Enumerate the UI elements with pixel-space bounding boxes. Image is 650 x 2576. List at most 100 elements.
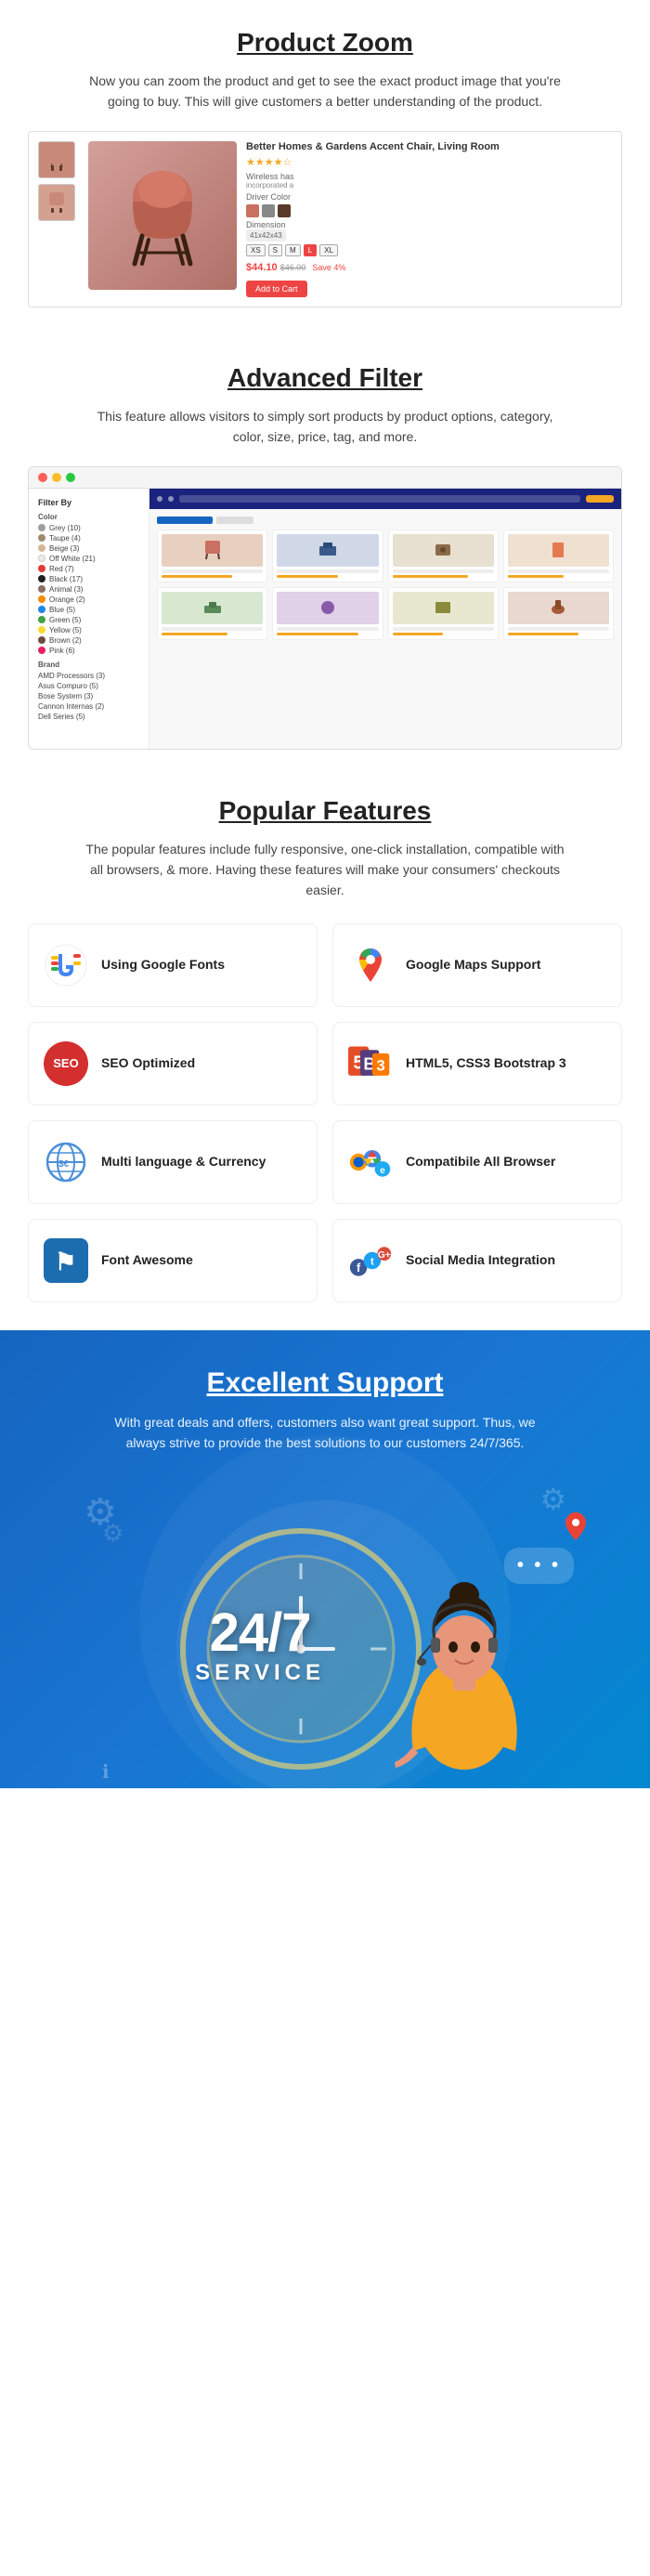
zoom-thumb-1[interactable] xyxy=(38,141,75,178)
filter-item-animal[interactable]: Animal (3) xyxy=(38,585,139,594)
gear-icon-small: ⚙ xyxy=(102,1519,124,1548)
filter-brand-dell[interactable]: Dell Series (5) xyxy=(38,713,139,721)
color-dot-green xyxy=(38,616,46,623)
add-to-cart-button[interactable]: Add to Cart xyxy=(246,281,307,297)
filter-item-orange[interactable]: Orange (2) xyxy=(38,595,139,604)
product-name-bar-7 xyxy=(393,627,494,631)
swatch-red[interactable] xyxy=(246,204,259,217)
filter-item-beige[interactable]: Beige (3) xyxy=(38,544,139,553)
filter-item-pink[interactable]: Pink (6) xyxy=(38,647,139,655)
color-dot-beige xyxy=(38,544,46,552)
size-xl[interactable]: XL xyxy=(319,244,338,256)
dot-red xyxy=(38,473,47,482)
speech-bubble-text: • • • xyxy=(517,1555,561,1576)
zoom-main-image xyxy=(88,141,237,290)
size-xs[interactable]: XS xyxy=(246,244,266,256)
filter-item-green[interactable]: Green (5) xyxy=(38,616,139,624)
color-dot-brown xyxy=(38,636,46,644)
compat-icon: e xyxy=(348,1140,393,1184)
filter-mockup: Filter By Color Grey (10) Taupe (4) Beig… xyxy=(28,466,622,750)
zoom-mockup: Better Homes & Gardens Accent Chair, Liv… xyxy=(28,131,622,307)
filter-product-7 xyxy=(388,587,499,640)
filter-brand-amd[interactable]: AMD Processors (3) xyxy=(38,672,139,680)
color-dot-animal xyxy=(38,585,46,593)
fontawesome-badge: ⚑ xyxy=(44,1238,88,1283)
product-price-bar-8 xyxy=(508,633,578,635)
feature-multilang: $€ Multi language & Currency xyxy=(28,1120,318,1204)
fontawesome-label: Font Awesome xyxy=(101,1251,193,1270)
filter-product-5 xyxy=(157,587,267,640)
zoom-thumbnails xyxy=(38,141,79,297)
filter-item-blue[interactable]: Blue (5) xyxy=(38,606,139,614)
filter-brand-label: Brand xyxy=(38,660,139,669)
filter-item-grey[interactable]: Grey (10) xyxy=(38,524,139,532)
feature-social: f t G+ Social Media Integration xyxy=(332,1219,622,1302)
support-illustration: 24/7 SERVICE ⚙ ⚙ ⚙ xyxy=(28,1472,622,1788)
product-name-bar-2 xyxy=(277,569,378,573)
filter-products-area xyxy=(150,509,621,749)
filter-active-tag xyxy=(157,517,213,524)
support-title: Excellent Support xyxy=(28,1367,622,1399)
size-l[interactable]: L xyxy=(304,244,317,256)
product-img-6 xyxy=(277,592,378,624)
popular-features-desc: The popular features include fully respo… xyxy=(84,839,566,901)
feature-google-maps: Google Maps Support xyxy=(332,923,622,1007)
service-247-container: 24/7 SERVICE xyxy=(195,1606,325,1686)
filter-color-label: Color xyxy=(38,513,139,521)
filter-item-yellow[interactable]: Yellow (5) xyxy=(38,626,139,634)
filter-item-brown[interactable]: Brown (2) xyxy=(38,636,139,645)
multilang-icon: $€ xyxy=(44,1140,88,1184)
svg-text:G+: G+ xyxy=(378,1250,391,1261)
size-m[interactable]: M xyxy=(285,244,301,256)
color-dot-pink xyxy=(38,647,46,654)
product-name-bar-6 xyxy=(277,627,378,631)
filter-item-taupe[interactable]: Taupe (4) xyxy=(38,534,139,543)
advanced-filter-section: Advanced Filter This feature allows visi… xyxy=(0,335,650,768)
filter-product-6 xyxy=(272,587,383,640)
filter-item-red[interactable]: Red (7) xyxy=(38,565,139,573)
product-zoom-title: Product Zoom xyxy=(28,28,622,58)
size-s[interactable]: S xyxy=(268,244,282,256)
product-price-bar xyxy=(162,575,232,578)
zoom-stars: ★★★★☆ xyxy=(246,156,612,168)
filter-product-8 xyxy=(503,587,614,640)
zoom-dimension-label: Dimension xyxy=(246,220,612,229)
swatch-grey[interactable] xyxy=(262,204,275,217)
filter-brand-bose[interactable]: Bose System (3) xyxy=(38,692,139,700)
svg-text:$€: $€ xyxy=(58,1159,70,1170)
fontawesome-icon-container: ⚑ xyxy=(44,1238,88,1283)
zoom-thumb-2[interactable] xyxy=(38,184,75,221)
product-img-2 xyxy=(277,534,378,567)
filter-item-offwhite[interactable]: Off White (21) xyxy=(38,555,139,563)
multilang-label: Multi language & Currency xyxy=(101,1153,266,1171)
product-zoom-section: Product Zoom Now you can zoom the produc… xyxy=(0,0,650,335)
filter-body: Filter By Color Grey (10) Taupe (4) Beig… xyxy=(29,489,621,749)
filter-item-black[interactable]: Black (17) xyxy=(38,575,139,583)
compat-label: Compatibile All Browser xyxy=(406,1153,555,1171)
zoom-wireless-label: Wireless has xyxy=(246,172,612,181)
filter-product-3 xyxy=(388,530,499,582)
filter-topbar xyxy=(29,467,621,489)
advanced-filter-desc: This feature allows visitors to simply s… xyxy=(84,406,566,448)
filter-product-1 xyxy=(157,530,267,582)
gear-icon-top-right: ⚙ xyxy=(540,1482,566,1517)
popular-features-section: Popular Features The popular features in… xyxy=(0,768,650,1321)
filter-sidebar: Filter By Color Grey (10) Taupe (4) Beig… xyxy=(29,489,150,749)
filter-product-4 xyxy=(503,530,614,582)
product-price-bar-6 xyxy=(277,633,358,635)
feature-fontawesome: ⚑ Font Awesome xyxy=(28,1219,318,1302)
product-img-1 xyxy=(162,534,263,567)
nav-dot-2 xyxy=(168,496,174,502)
filter-product-2 xyxy=(272,530,383,582)
product-price-bar-2 xyxy=(277,575,338,578)
svg-text:3: 3 xyxy=(376,1056,384,1074)
dot-green xyxy=(66,473,75,482)
color-dot-grey xyxy=(38,524,46,531)
filter-brand-asus[interactable]: Asus Compuro (5) xyxy=(38,682,139,690)
nav-cta xyxy=(586,495,614,503)
filter-brand-cannon[interactable]: Cannon Internas (2) xyxy=(38,702,139,711)
product-img-5 xyxy=(162,592,263,624)
product-price-bar-3 xyxy=(393,575,469,578)
swatch-brown[interactable] xyxy=(278,204,291,217)
product-name-bar xyxy=(162,569,263,573)
